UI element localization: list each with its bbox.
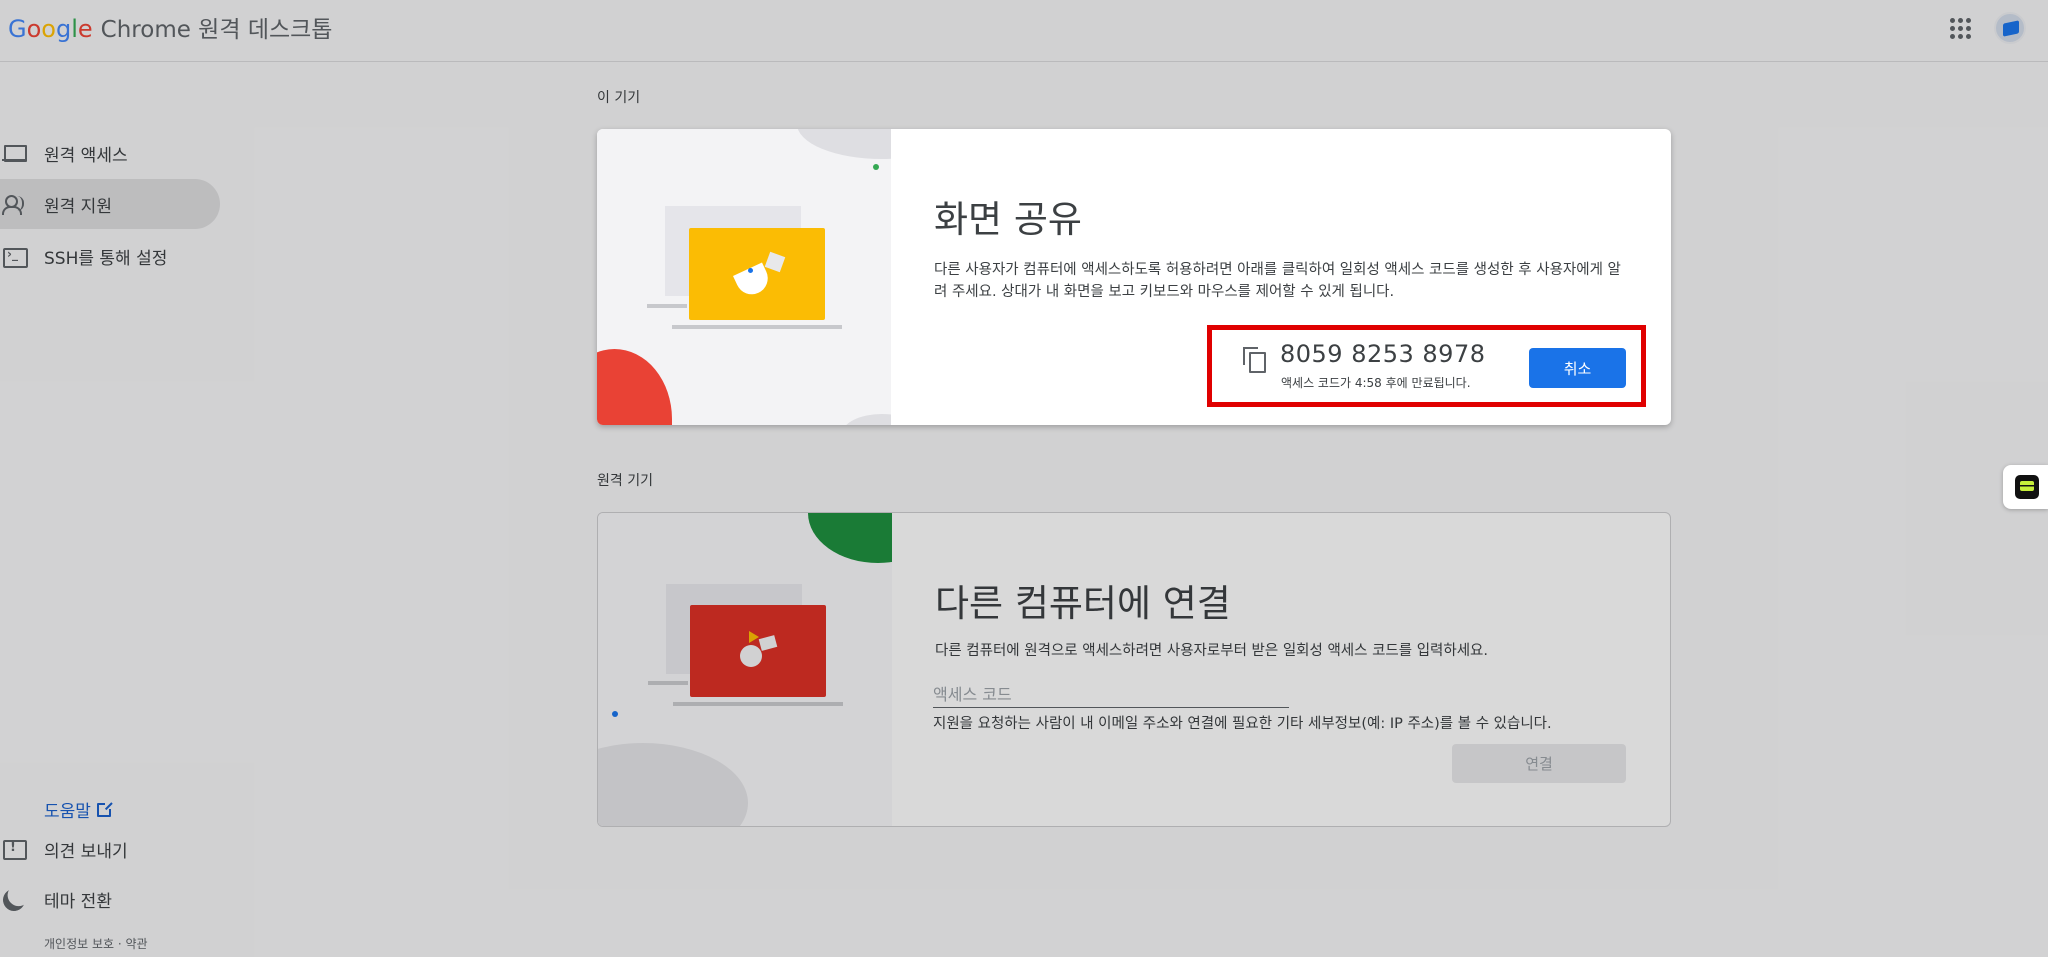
sidebar-item-label: SSH를 통해 설정 <box>44 248 168 269</box>
connect-button[interactable]: 연결 <box>1452 744 1626 783</box>
share-illustration <box>597 129 891 425</box>
sidebar-item-label: 원격 지원 <box>44 196 112 217</box>
sidebar-item-label: 원격 액세스 <box>44 145 128 166</box>
logo-letter: o <box>41 15 56 43</box>
account-avatar[interactable] <box>1994 12 2026 44</box>
copy-icon[interactable] <box>1243 347 1266 373</box>
legal-links[interactable]: 개인정보 보호 · 약관 <box>44 935 148 952</box>
feedback-icon <box>2 839 27 861</box>
apps-grid-icon[interactable] <box>1948 16 1972 40</box>
sidebar-item-remote-access[interactable]: 원격 액세스 <box>0 128 220 178</box>
card-description: 다른 컴퓨터에 원격으로 액세스하려면 사용자로부터 받은 일회성 액세스 코드… <box>935 643 1489 659</box>
moon-icon <box>0 885 28 913</box>
app-header: Google Chrome 원격 데스크톱 <box>0 0 2048 62</box>
extension-icon <box>2015 475 2039 499</box>
access-code-input[interactable] <box>933 682 1289 708</box>
access-code-expiry: 액세스 코드가 4:58 후에 만료됩니다. <box>1281 376 1471 390</box>
section-label-this-device: 이 기기 <box>597 90 641 106</box>
logo-letter: g <box>55 15 72 43</box>
app-title: Chrome 원격 데스크톱 <box>100 17 333 43</box>
sidebar-item-remote-support[interactable]: 원격 지원 <box>0 179 220 229</box>
feedback-label: 의견 보내기 <box>44 842 128 862</box>
help-link[interactable]: 도움말 <box>44 797 113 822</box>
people-icon <box>2 192 26 216</box>
terminal-icon <box>2 244 28 268</box>
section-label-remote-device: 원격 기기 <box>597 473 653 489</box>
laptop-icon <box>2 141 27 165</box>
theme-toggle-button[interactable]: 테마 전환 <box>0 887 112 912</box>
logo-letter: G <box>8 15 27 43</box>
access-code: 8059 8253 8978 <box>1280 340 1486 368</box>
app-logo[interactable]: Google Chrome 원격 데스크톱 <box>8 10 332 44</box>
card-title: 화면 공유 <box>934 198 1082 241</box>
card-title: 다른 컴퓨터에 연결 <box>935 582 1231 625</box>
logo-letter: e <box>77 15 93 43</box>
help-label: 도움말 <box>44 802 91 822</box>
logo-letter: l <box>71 15 78 43</box>
privacy-hint: 지원을 요청하는 사람이 내 이메일 주소와 연결에 필요한 기타 세부정보(예… <box>933 716 1552 732</box>
card-description: 다른 사용자가 컴퓨터에 액세스하도록 허용하려면 아래를 클릭하여 일회성 액… <box>934 262 1621 300</box>
logo-letter: o <box>26 15 42 43</box>
sidebar-item-ssh-setup[interactable]: SSH를 통해 설정 <box>0 231 220 281</box>
theme-label: 테마 전환 <box>44 892 112 912</box>
send-feedback-button[interactable]: 의견 보내기 <box>0 837 128 862</box>
side-extension-button[interactable] <box>2003 465 2048 509</box>
connect-illustration <box>598 513 892 826</box>
cancel-button[interactable]: 취소 <box>1529 348 1626 388</box>
external-link-icon <box>96 800 113 817</box>
